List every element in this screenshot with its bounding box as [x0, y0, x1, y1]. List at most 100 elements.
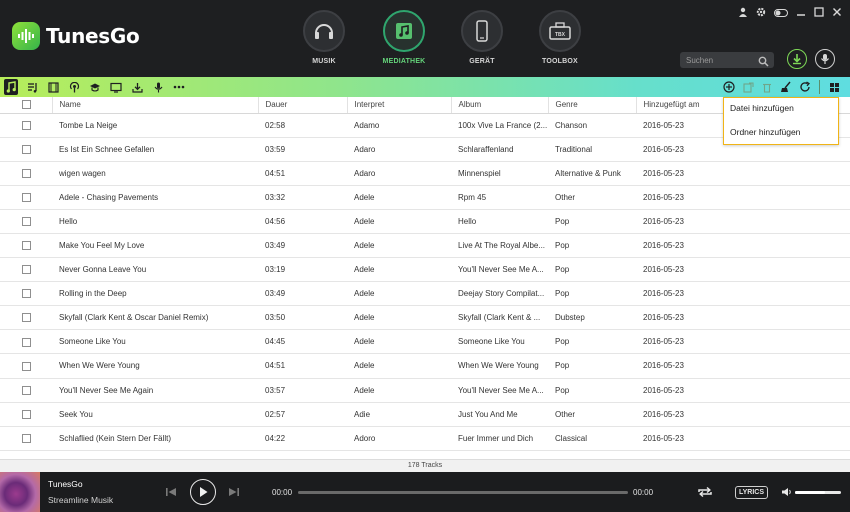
table-row[interactable]: Someone Like You 04:45 Adele Someone Like Y…: [0, 329, 850, 355]
row-checkbox[interactable]: [22, 289, 31, 299]
column-header-name[interactable]: Name: [52, 97, 259, 114]
track-artist: Adaro: [347, 137, 451, 162]
track-album: Minnenspiel: [451, 161, 548, 186]
column-header-duration[interactable]: Dauer: [258, 97, 348, 114]
table-row[interactable]: When We Were Young 04:51 Adele When We Were…: [0, 353, 850, 379]
previous-button[interactable]: [163, 484, 179, 500]
track-name: Adele - Chasing Pavements: [52, 185, 258, 210]
row-checkbox[interactable]: [22, 409, 31, 419]
download-button[interactable]: [787, 49, 807, 69]
toggle-icon[interactable]: [774, 8, 788, 20]
track-duration: 03:49: [258, 233, 347, 259]
track-album: Schlaraffenland: [451, 137, 548, 162]
music-icon[interactable]: [4, 79, 18, 95]
minimize-icon[interactable]: [796, 7, 806, 20]
user-icon[interactable]: [738, 7, 748, 20]
voice-memo-icon[interactable]: [151, 79, 165, 95]
close-icon[interactable]: [832, 7, 842, 20]
row-checkbox[interactable]: [22, 120, 31, 130]
track-album: 100x Vive La France (2...: [451, 113, 548, 138]
track-date-added: 2016-05-23: [636, 185, 850, 210]
search-icon[interactable]: [758, 54, 769, 72]
menu-item-add-folder[interactable]: Ordner hinzufügen: [730, 127, 800, 137]
download-icon[interactable]: [130, 79, 144, 95]
track-name: Es Ist Ein Schnee Gefallen: [52, 137, 258, 162]
current-time: 00:00: [272, 488, 293, 497]
play-button[interactable]: [190, 479, 216, 505]
row-checkbox[interactable]: [22, 313, 31, 323]
track-album: Live At The Royal Albe...: [451, 233, 548, 259]
table-row[interactable]: Schlaflied (Kein Stern Der Fällt) 04:22 Ad…: [0, 426, 850, 451]
phone-icon: [461, 10, 503, 52]
maximize-icon[interactable]: [814, 7, 824, 20]
table-row[interactable]: Rolling in the Deep 03:49 Adele Deejay Stor…: [0, 281, 850, 307]
grid-view-icon[interactable]: [827, 79, 841, 95]
volume-button[interactable]: [780, 486, 792, 498]
track-artist: Adele: [347, 353, 451, 379]
track-duration: 04:56: [258, 209, 347, 234]
table-row[interactable]: Adele - Chasing Pavements 03:32 Adele Rpm 4…: [0, 185, 850, 210]
settings-icon[interactable]: [756, 7, 766, 20]
tv-icon[interactable]: [109, 79, 123, 95]
playlist-icon[interactable]: [25, 79, 39, 95]
album-art[interactable]: [0, 472, 40, 512]
select-all-cell: [0, 97, 53, 114]
delete-icon[interactable]: [760, 79, 774, 95]
video-icon[interactable]: [46, 79, 60, 95]
row-checkbox-cell: [0, 305, 52, 331]
clean-icon[interactable]: [779, 79, 793, 95]
row-checkbox[interactable]: [22, 144, 31, 154]
row-checkbox[interactable]: [22, 217, 31, 227]
column-header-genre[interactable]: Genre: [548, 97, 637, 114]
table-row[interactable]: Skyfall (Clark Kent & Oscar Daniel Remix…: [0, 305, 850, 331]
search-input[interactable]: [686, 53, 758, 67]
download-icon: [793, 54, 801, 65]
add-icon[interactable]: [722, 79, 736, 95]
row-checkbox[interactable]: [22, 265, 31, 275]
export-icon[interactable]: [741, 79, 755, 95]
repeat-icon: [698, 486, 712, 498]
podcast-icon[interactable]: [67, 79, 81, 95]
track-album: Hello: [451, 209, 548, 234]
more-icon[interactable]: [172, 79, 186, 95]
track-genre: Pop: [548, 353, 636, 379]
row-checkbox-cell: [0, 257, 52, 283]
lyrics-button[interactable]: LYRICS: [735, 486, 769, 499]
table-row[interactable]: wigen wagen 04:51 Adaro Minnenspiel Alternat…: [0, 161, 850, 186]
table-row[interactable]: Seek You 02:57 Adie Just You And Me Other 201…: [0, 402, 850, 427]
track-name: Hello: [52, 209, 258, 234]
select-all-checkbox[interactable]: [22, 100, 31, 110]
track-album: You'll Never See Me A...: [451, 378, 548, 403]
table-row[interactable]: Make You Feel My Love 03:49 Adele Live At T…: [0, 233, 850, 259]
column-header-artist[interactable]: Interpret: [347, 97, 452, 114]
track-genre: Pop: [548, 281, 636, 307]
record-button[interactable]: [815, 49, 835, 69]
nav-geraet[interactable]: GERÄT: [456, 10, 508, 65]
next-button[interactable]: [226, 484, 242, 500]
table-row[interactable]: You'll Never See Me Again 03:57 Adele You'l…: [0, 378, 850, 403]
row-checkbox[interactable]: [22, 433, 31, 443]
row-checkbox[interactable]: [22, 337, 31, 347]
row-checkbox[interactable]: [22, 361, 31, 371]
row-checkbox[interactable]: [22, 193, 31, 203]
row-checkbox[interactable]: [22, 168, 31, 178]
itunes-u-icon[interactable]: [88, 79, 102, 95]
progress-bar[interactable]: [298, 491, 628, 494]
track-album: Fuer Immer und Dich: [451, 426, 548, 451]
table-row[interactable]: Never Gonna Leave You 03:19 Adele You'll Ne…: [0, 257, 850, 283]
logo-mark-icon: [12, 22, 40, 50]
row-checkbox[interactable]: [22, 385, 31, 395]
skip-back-icon: [166, 488, 176, 496]
repeat-button[interactable]: [696, 484, 714, 500]
nav-mediathek[interactable]: MEDIATHEK: [378, 10, 430, 65]
row-checkbox[interactable]: [22, 241, 31, 251]
table-row[interactable]: Hello 04:56 Adele Hello Pop 2016-05-23: [0, 209, 850, 234]
volume-slider[interactable]: [795, 491, 841, 494]
refresh-icon[interactable]: [798, 79, 812, 95]
menu-item-add-file[interactable]: Datei hinzufügen: [730, 103, 794, 113]
nav-musik[interactable]: MUSIK: [298, 10, 350, 65]
track-artist: Adele: [347, 305, 451, 331]
nav-toolbox[interactable]: TBX TOOLBOX: [534, 10, 586, 65]
column-header-album[interactable]: Album: [451, 97, 549, 114]
row-checkbox-cell: [0, 233, 52, 259]
